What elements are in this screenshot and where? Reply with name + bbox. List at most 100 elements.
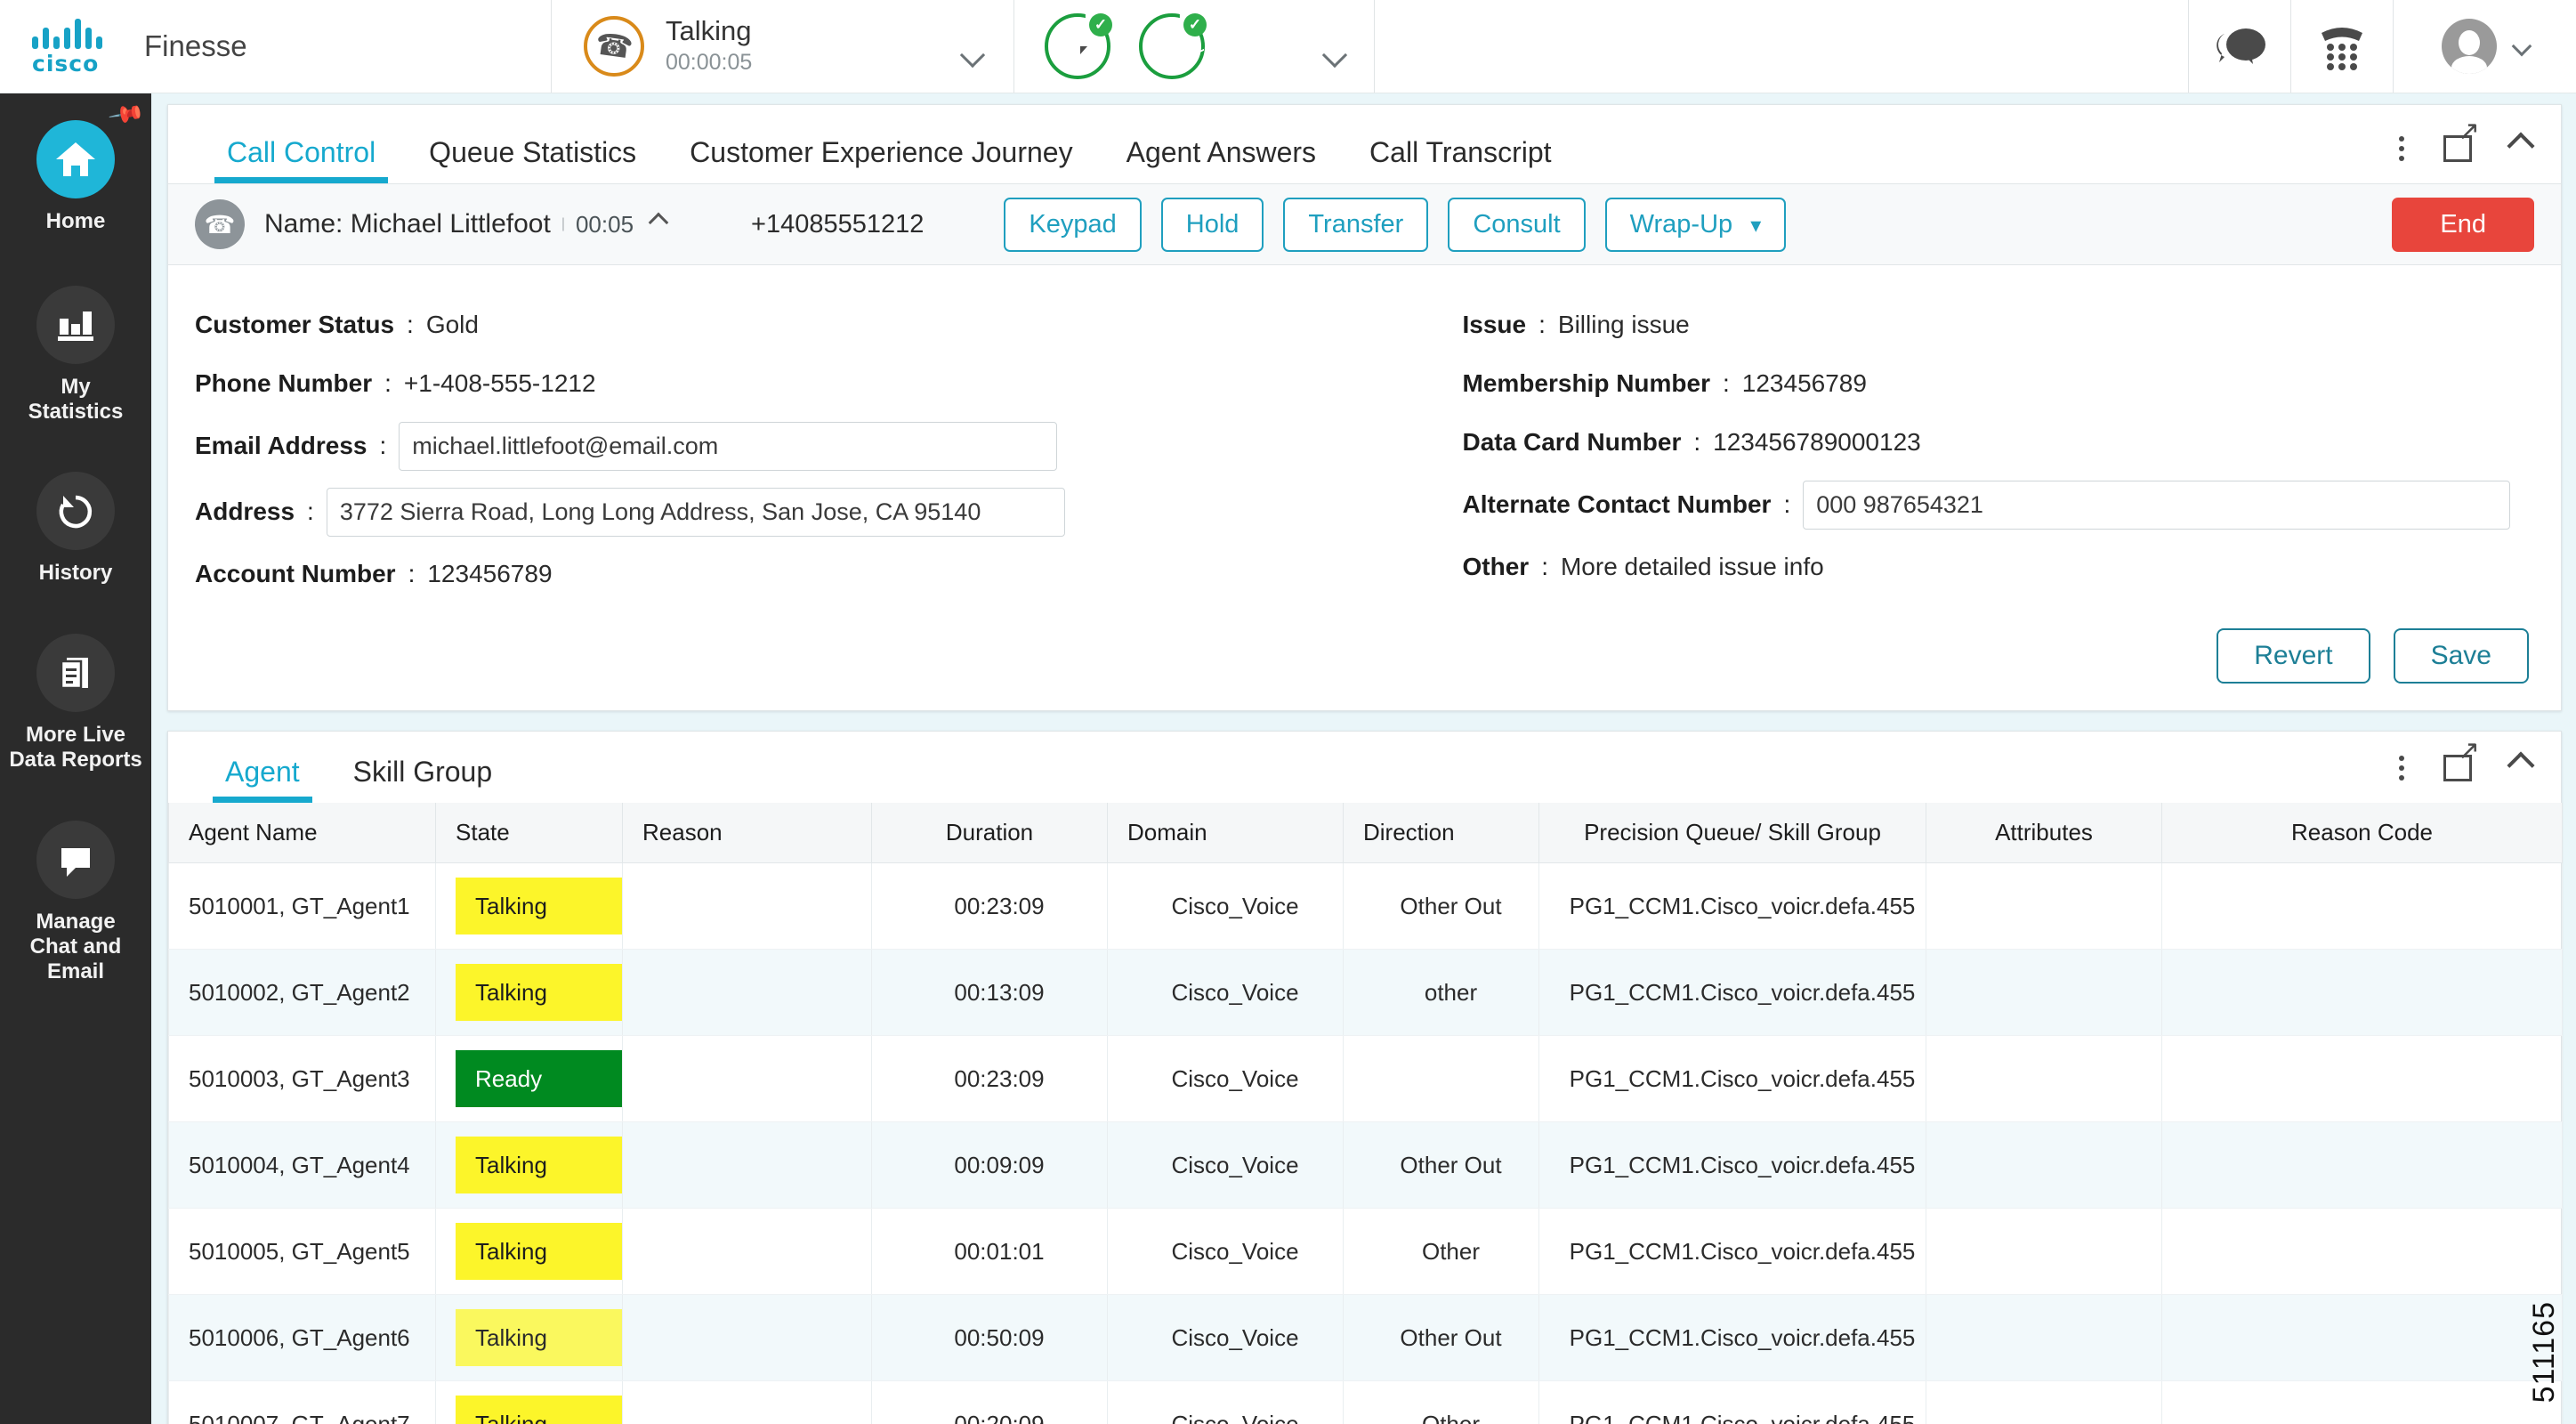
sidebar-item-manage-chat-and-email[interactable]: Manage Chat and Email — [0, 799, 151, 983]
label-other: Other — [1462, 553, 1530, 580]
agent-state-timer: 00:00:05 — [666, 49, 753, 75]
table-row[interactable]: 5010003, GT_Agent3 Ready 00:23:09 Cisco_Voi… — [168, 1035, 2563, 1122]
brand-area: cisco Finesse — [0, 0, 552, 93]
col-domain[interactable]: Domain — [1107, 803, 1344, 863]
chat-bubbles-button[interactable] — [2189, 0, 2291, 93]
save-button[interactable]: Save — [2393, 628, 2529, 684]
cell-direction: other — [1343, 949, 1539, 1036]
status-badge: Ready — [456, 1050, 622, 1107]
agent-state-selector[interactable]: ☎ Talking 00:00:05 — [552, 0, 1014, 93]
cell-precision-queue: PG1_CCM1.Cisco_voicr.defa.455 — [1538, 862, 1926, 950]
dialpad-button[interactable] — [2291, 0, 2394, 93]
table-row[interactable]: 5010007, GT_Agent7 Talking 00:20:09 Cisco_V… — [168, 1380, 2563, 1424]
consult-button[interactable]: Consult — [1448, 197, 1586, 252]
col-precision-queue-skill-group[interactable]: Precision Queue/ Skill Group — [1538, 803, 1926, 863]
table-row[interactable]: 5010006, GT_Agent6 Talking 00:50:09 Cisco_V… — [168, 1294, 2563, 1381]
more-options-icon[interactable] — [2399, 136, 2404, 161]
cell-state: Talking — [435, 1121, 623, 1209]
chevron-down-icon[interactable] — [2511, 36, 2532, 57]
pop-out-icon[interactable] — [2443, 738, 2480, 781]
user-avatar-icon — [2441, 19, 2497, 74]
cell-direction: Other Out — [1343, 1121, 1539, 1209]
more-options-icon[interactable] — [2399, 756, 2404, 781]
status-badge: Talking — [456, 1223, 622, 1280]
watermark-label: 511165 — [2527, 1300, 2561, 1403]
chat-channel-status[interactable]: ✓ — [1045, 13, 1112, 79]
tab-queue-statistics[interactable]: Queue Statistics — [402, 136, 663, 183]
col-agent-name[interactable]: Agent Name — [168, 803, 436, 863]
value-other: More detailed issue info — [1560, 553, 1824, 580]
cell-domain: Cisco_Voice — [1107, 1380, 1344, 1424]
tab-skill-group[interactable]: Skill Group — [327, 756, 520, 803]
cisco-wordmark: cisco — [32, 51, 100, 77]
colon: : — [307, 498, 314, 525]
field-email-address: Email Address : — [195, 413, 1365, 479]
label-address: Address — [195, 498, 295, 525]
media-state-selector[interactable]: ✓ ✓ — [1014, 0, 1375, 93]
tab-agent[interactable]: Agent — [198, 756, 327, 803]
agents-table: Agent Name State Reason Duration Domain … — [168, 803, 2563, 1424]
cell-attributes — [1926, 1035, 2162, 1122]
table-row[interactable]: 5010002, GT_Agent2 Talking 00:13:09 Cisco_V… — [168, 949, 2563, 1036]
hold-button[interactable]: Hold — [1160, 197, 1264, 252]
chevron-down-icon[interactable] — [959, 42, 986, 69]
table-row[interactable]: 5010004, GT_Agent4 Talking 00:09:09 Cisco_V… — [168, 1121, 2563, 1209]
col-direction[interactable]: Direction — [1343, 803, 1539, 863]
phone-dialpad-icon — [2322, 28, 2362, 70]
colon: : — [384, 369, 392, 397]
email-address-input[interactable] — [399, 421, 1058, 471]
status-badge: Talking — [456, 964, 622, 1021]
cell-state: Ready — [435, 1035, 623, 1122]
cell-state: Talking — [435, 862, 623, 950]
name-separator: | — [561, 216, 565, 231]
end-call-button[interactable]: End — [2392, 197, 2534, 252]
col-reason-code[interactable]: Reason Code — [2161, 803, 2563, 863]
wrap-up-button[interactable]: Wrap-Up ▾ — [1604, 197, 1787, 252]
tab-agent-answers[interactable]: Agent Answers — [1100, 136, 1343, 183]
colon: : — [1783, 490, 1791, 518]
table-row[interactable]: 5010001, GT_Agent1 Talking 00:23:09 Cisco_V… — [168, 862, 2563, 950]
revert-button[interactable]: Revert — [2217, 628, 2370, 684]
col-duration[interactable]: Duration — [871, 803, 1108, 863]
pop-out-icon[interactable] — [2443, 118, 2480, 162]
transfer-button[interactable]: Transfer — [1283, 197, 1429, 252]
expand-call-details-icon[interactable] — [648, 212, 669, 233]
value-data-card-number: 123456789000123 — [1713, 428, 1921, 456]
form-column-left: Customer Status : Gold Phone Number : +1… — [195, 295, 1365, 603]
cell-duration: 00:13:09 — [871, 949, 1108, 1036]
col-attributes[interactable]: Attributes — [1926, 803, 2162, 863]
alternate-contact-number-input[interactable] — [1803, 480, 2511, 530]
cell-reason — [622, 1208, 872, 1295]
chevron-down-icon[interactable] — [1321, 42, 1348, 69]
user-menu[interactable] — [2394, 0, 2576, 93]
cell-attributes — [1926, 862, 2162, 950]
call-panel-actions — [2399, 118, 2535, 162]
col-state[interactable]: State — [435, 803, 623, 863]
agents-table-body: 5010001, GT_Agent1 Talking 00:23:09 Cisco_V… — [168, 862, 2563, 1424]
tab-call-transcript[interactable]: Call Transcript — [1343, 136, 1579, 183]
address-input[interactable] — [326, 487, 1065, 537]
collapse-icon[interactable] — [2507, 751, 2535, 780]
sidebar-item-my-statistics[interactable]: My Statistics — [0, 264, 151, 425]
table-row[interactable]: 5010005, GT_Agent5 Talking 00:01:01 Cisco_V… — [168, 1208, 2563, 1295]
cell-agent-name: 5010001, GT_Agent1 — [168, 862, 436, 950]
sidebar-item-more-live-data-reports[interactable]: More Live Data Reports — [0, 612, 151, 773]
collapse-icon[interactable] — [2507, 132, 2535, 160]
label-alternate-contact-number: Alternate Contact Number — [1462, 490, 1772, 518]
sidebar-label-home: Home — [45, 209, 106, 233]
sidebar-item-history[interactable]: History — [0, 450, 151, 586]
sidebar-label-more-live-data-reports: More Live Data Reports — [9, 723, 142, 773]
col-reason[interactable]: Reason — [622, 803, 872, 863]
tab-call-control[interactable]: Call Control — [200, 136, 402, 183]
agent-state-label: Talking — [666, 15, 752, 47]
colon: : — [379, 432, 387, 459]
call-panel-tabs: Call Control Queue Statistics Customer E… — [168, 105, 2561, 183]
keypad-button[interactable]: Keypad — [1004, 197, 1142, 252]
call-control-bar: ☎ Name: Michael Littlefoot | 00:05 +1408… — [168, 183, 2561, 265]
call-action-buttons: Keypad Hold Transfer Consult Wrap-Up ▾ — [1004, 197, 1787, 252]
email-channel-status[interactable]: ✓ — [1139, 13, 1207, 79]
tab-customer-experience-journey[interactable]: Customer Experience Journey — [663, 136, 1099, 183]
value-customer-status: Gold — [425, 311, 479, 338]
agent-state-text: Talking 00:00:05 — [666, 17, 752, 76]
cell-precision-queue: PG1_CCM1.Cisco_voicr.defa.455 — [1538, 1121, 1926, 1209]
